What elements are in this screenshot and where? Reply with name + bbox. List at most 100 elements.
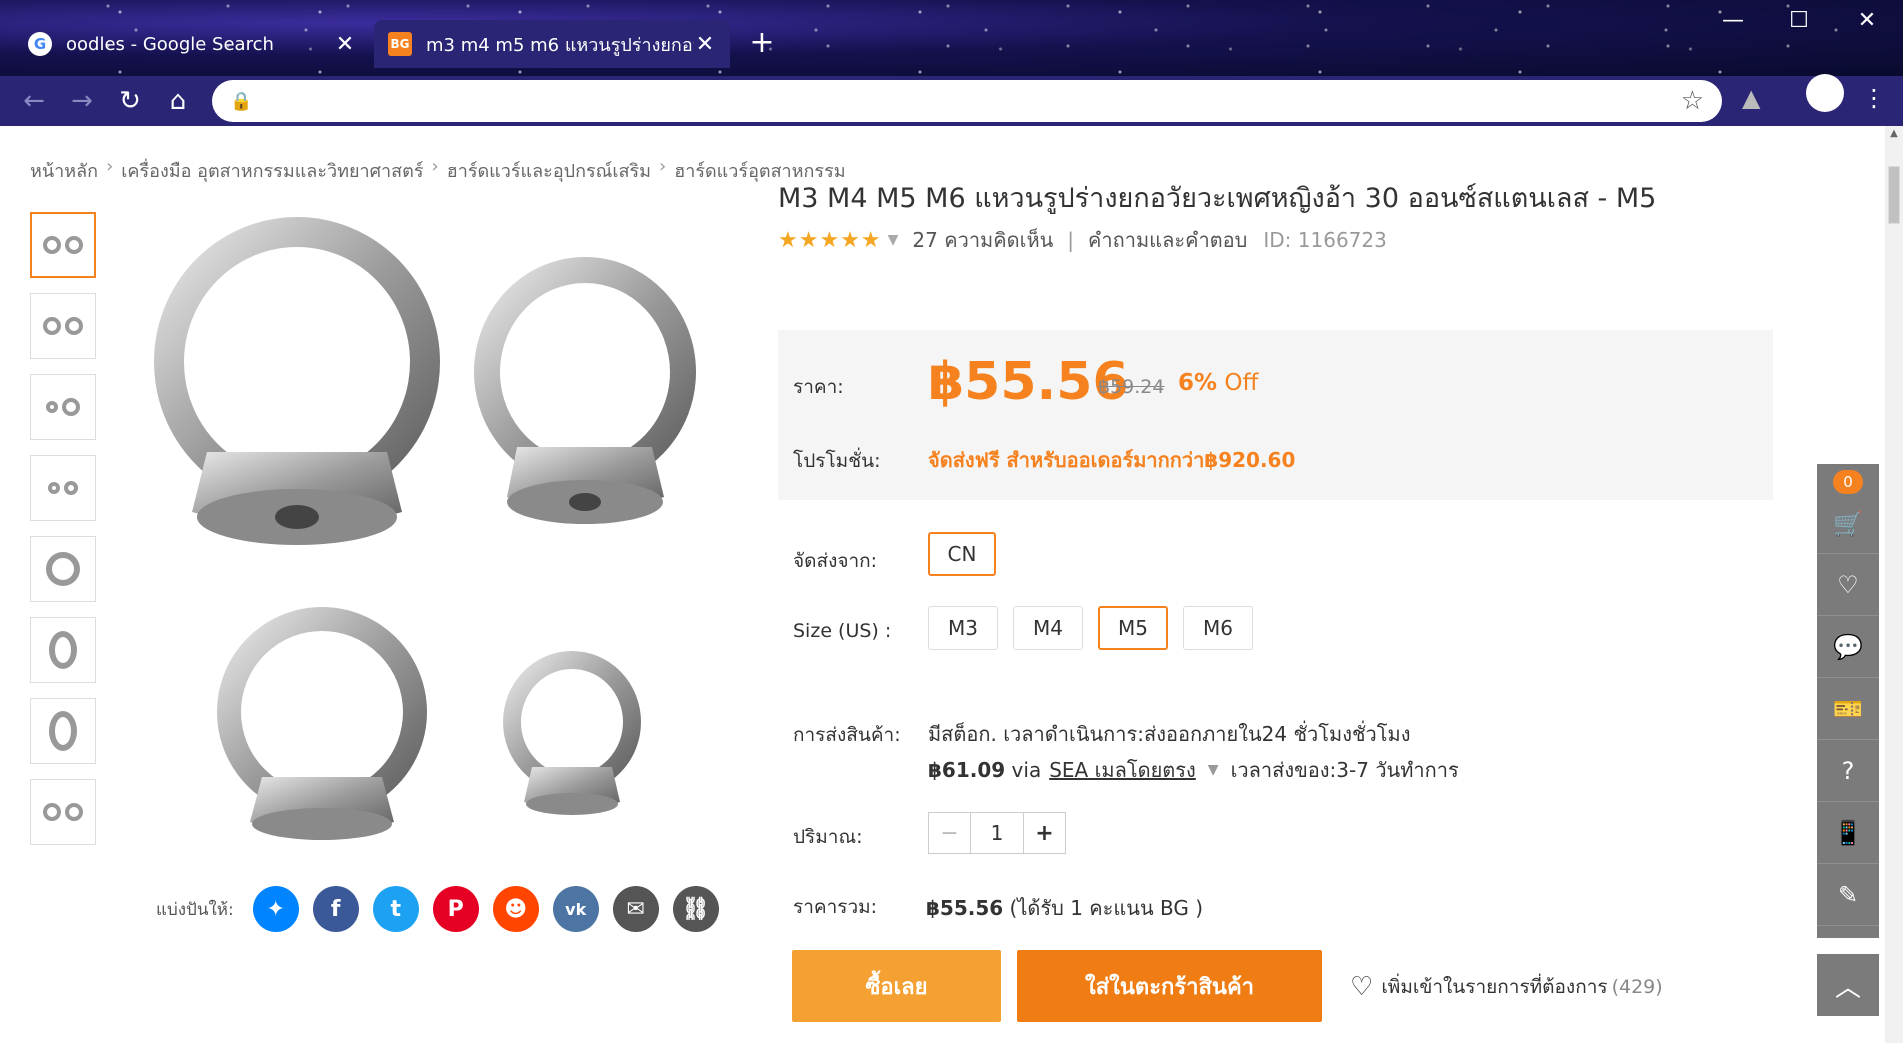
- tab-google-search[interactable]: G oodles - Google Search ✕: [14, 20, 370, 68]
- reddit-icon[interactable]: ☻: [492, 886, 539, 932]
- promo-label: โปรโมชั่น:: [793, 450, 881, 472]
- pinterest-icon[interactable]: P: [432, 886, 479, 932]
- chevron-down-icon[interactable]: ▼: [888, 232, 899, 248]
- size-option-m6[interactable]: M6: [1183, 606, 1253, 650]
- product-main-image[interactable]: [112, 212, 732, 842]
- product-page: หน้าหลัก › เครื่องมือ อุตสาหกรรมและวิทยาศ…: [0, 126, 1885, 1043]
- close-tab-icon[interactable]: ✕: [694, 32, 716, 57]
- close-window-icon[interactable]: ✕: [1839, 8, 1895, 38]
- tab-product[interactable]: BG m3 m4 m5 m6 แหวนรูปร่างยกอวัยวะ ✕: [374, 20, 730, 68]
- new-tab-button[interactable]: +: [744, 26, 780, 62]
- home-icon[interactable]: ⌂: [154, 81, 202, 121]
- delivery-time: เวลาส่งของ:3-7 วันทำการ: [1230, 758, 1459, 782]
- product-id: ID: 1166723: [1263, 228, 1387, 252]
- share-label: แบ่งปันให้:: [156, 899, 234, 920]
- vk-icon[interactable]: vk: [552, 886, 599, 932]
- cart-count-badge: 0: [1833, 470, 1863, 494]
- increase-button[interactable]: +: [1023, 813, 1065, 853]
- link-icon[interactable]: ⛓: [672, 886, 719, 932]
- lock-icon: 🔒: [230, 90, 253, 112]
- discount: 6% Off: [1178, 370, 1259, 396]
- shipping-cost: ฿61.09: [928, 758, 1006, 782]
- cart-icon[interactable]: 0 🛒: [1817, 464, 1879, 554]
- chevron-down-icon[interactable]: ▼: [1208, 762, 1219, 778]
- google-icon: G: [28, 32, 52, 56]
- product-title: M3 M4 M5 M6 แหวนรูปร่างยกอวัยวะเพศหญิงอ้…: [778, 183, 1657, 214]
- drive-icon[interactable]: ▲: [1742, 84, 1760, 112]
- stock-status: มีสต็อก. เวลาดำเนินการ:ส่งออกภายใน24 ชั่…: [928, 722, 1411, 746]
- breadcrumb: หน้าหลัก › เครื่องมือ อุตสาหกรรมและวิทยาศ…: [30, 156, 846, 185]
- shipping-method-link[interactable]: SEA เมลโดยตรง: [1049, 754, 1196, 786]
- banggood-icon: BG: [388, 32, 412, 56]
- thumbnail[interactable]: [30, 536, 96, 602]
- reload-icon[interactable]: ↻: [106, 81, 154, 121]
- ship-from-label: จัดส่งจาก:: [793, 550, 878, 572]
- thumbnail[interactable]: [30, 455, 96, 521]
- browser-tab-strip: G oodles - Google Search ✕ BG m3 m4 m5 m…: [0, 0, 1903, 76]
- old-price: ฿59.24: [1098, 376, 1165, 398]
- via-text: via: [1011, 758, 1042, 782]
- forward-icon[interactable]: →: [58, 81, 106, 121]
- profile-avatar[interactable]: [1806, 74, 1844, 112]
- messenger-icon[interactable]: ✦: [252, 886, 299, 932]
- thumbnail[interactable]: [30, 617, 96, 683]
- price-label: ราคา:: [793, 376, 844, 398]
- scrollbar-thumb[interactable]: [1888, 166, 1900, 224]
- back-icon[interactable]: ←: [10, 81, 58, 121]
- page-scrollbar[interactable]: ▲: [1885, 126, 1903, 1043]
- shipping-label: การส่งสินค้า:: [793, 724, 901, 746]
- breadcrumb-item[interactable]: เครื่องมือ อุตสาหกรรมและวิทยาศาสตร์: [121, 156, 423, 185]
- wishlist-label: เพิ่มเข้าในรายการที่ต้องการ: [1381, 976, 1608, 998]
- shipping-method: ฿61.09 via SEA เมลโดยตรง ▼ เวลาส่งของ:3-…: [928, 754, 1459, 786]
- floating-sidebar: 0 🛒 ♡ 💬 🎫 ? 📱 ✎: [1817, 464, 1879, 938]
- promo-text: จัดส่งฟรี สำหรับออเดอร์มากกว่า฿920.60: [928, 448, 1296, 472]
- twitter-icon[interactable]: t: [372, 886, 419, 932]
- size-option-m4[interactable]: M4: [1013, 606, 1083, 650]
- heart-icon: ♡: [1350, 972, 1374, 1002]
- address-bar[interactable]: 🔒 ☆: [212, 80, 1722, 122]
- breadcrumb-item[interactable]: ฮาร์ดแวร์และอุปกรณ์เสริม: [447, 156, 651, 185]
- help-icon[interactable]: ?: [1817, 740, 1879, 802]
- total-price: ฿55.56 (ได้รับ 1 คะแนน BG ): [926, 896, 1204, 920]
- total-label: ราคารวม:: [793, 896, 878, 918]
- reviews-link[interactable]: 27 ความคิดเห็น: [912, 224, 1053, 256]
- thumbnail[interactable]: [30, 212, 96, 278]
- thumbnail[interactable]: [30, 698, 96, 764]
- quantity-label: ปริมาณ:: [793, 826, 863, 848]
- qa-link[interactable]: คำถามและคำตอบ: [1088, 224, 1247, 256]
- thumbnail[interactable]: [30, 374, 96, 440]
- maximize-icon[interactable]: ☐: [1771, 8, 1827, 38]
- size-option-m5[interactable]: M5: [1098, 606, 1168, 650]
- tab-title: oodles - Google Search: [66, 33, 274, 55]
- facebook-icon[interactable]: f: [312, 886, 359, 932]
- feedback-icon[interactable]: ✎: [1817, 864, 1879, 926]
- quantity-input[interactable]: 1: [971, 813, 1023, 853]
- rating-row: ★★★★★ ▼ 27 ความคิดเห็น | คำถามและคำตอบ I…: [778, 224, 1387, 256]
- close-tab-icon[interactable]: ✕: [334, 32, 356, 57]
- breadcrumb-item[interactable]: หน้าหลัก: [30, 156, 98, 185]
- share-bar: แบ่งปันให้: ✦ f t P ☻ vk ✉ ⛓: [156, 886, 726, 932]
- tab-title: m3 m4 m5 m6 แหวนรูปร่างยกอวัยวะ: [426, 34, 694, 56]
- browser-toolbar: ← → ↻ ⌂ 🔒 ☆ ▲ ⋮: [0, 76, 1903, 126]
- coupon-icon[interactable]: 🎫: [1817, 678, 1879, 740]
- add-to-wishlist[interactable]: ♡ เพิ่มเข้าในรายการที่ต้องการ (429): [1350, 972, 1663, 1002]
- thumbnail[interactable]: [30, 779, 96, 845]
- minimize-icon[interactable]: —: [1705, 8, 1761, 38]
- mobile-icon[interactable]: 📱: [1817, 802, 1879, 864]
- ship-from-option-cn[interactable]: CN: [928, 532, 996, 576]
- size-option-m3[interactable]: M3: [928, 606, 998, 650]
- menu-icon[interactable]: ⋮: [1862, 84, 1886, 112]
- email-icon[interactable]: ✉: [612, 886, 659, 932]
- add-to-cart-button[interactable]: ใส่ในตะกร้าสินค้า: [1017, 950, 1322, 1022]
- quantity-stepper: − 1 +: [928, 812, 1066, 854]
- wishlist-heart-icon[interactable]: ♡: [1817, 554, 1879, 616]
- scroll-up-icon[interactable]: ▲: [1885, 128, 1903, 139]
- thumbnail[interactable]: [30, 293, 96, 359]
- decrease-button[interactable]: −: [929, 813, 971, 853]
- buy-now-button[interactable]: ซื้อเลย: [792, 950, 1001, 1022]
- bookmark-star-icon[interactable]: ☆: [1681, 86, 1704, 116]
- thumbnail-list: [30, 212, 98, 860]
- chat-icon[interactable]: 💬: [1817, 616, 1879, 678]
- back-to-top-icon[interactable]: ︿: [1817, 954, 1879, 1016]
- rating-stars[interactable]: ★★★★★: [778, 228, 882, 253]
